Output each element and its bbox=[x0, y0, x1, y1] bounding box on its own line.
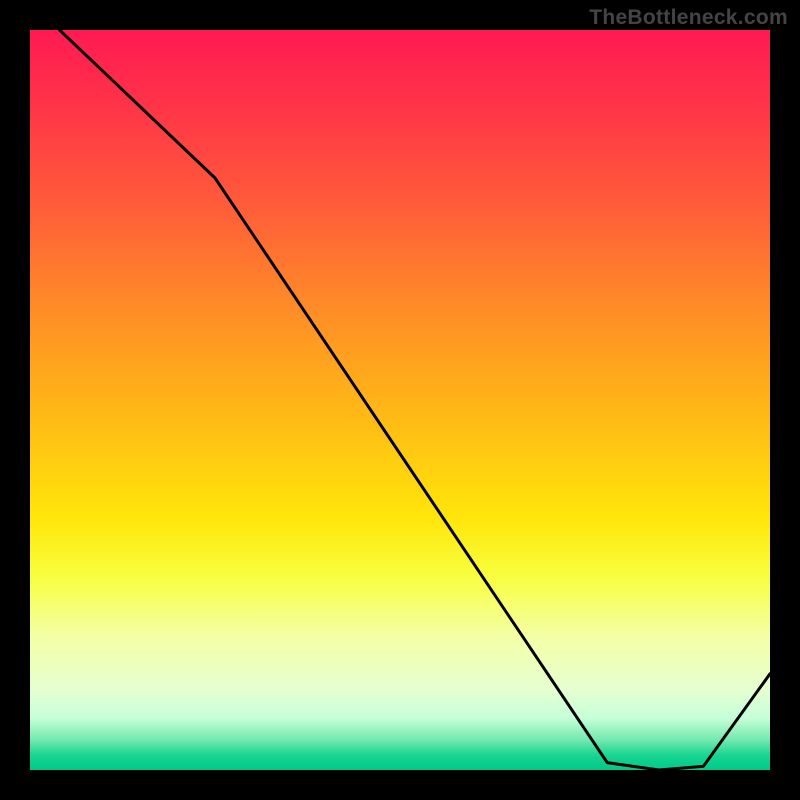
chart-container: TheBottleneck.com bbox=[0, 0, 800, 800]
plot-area bbox=[30, 30, 770, 770]
watermark-text: TheBottleneck.com bbox=[589, 6, 788, 30]
line-plot bbox=[30, 30, 770, 770]
curve-line bbox=[30, 30, 770, 770]
